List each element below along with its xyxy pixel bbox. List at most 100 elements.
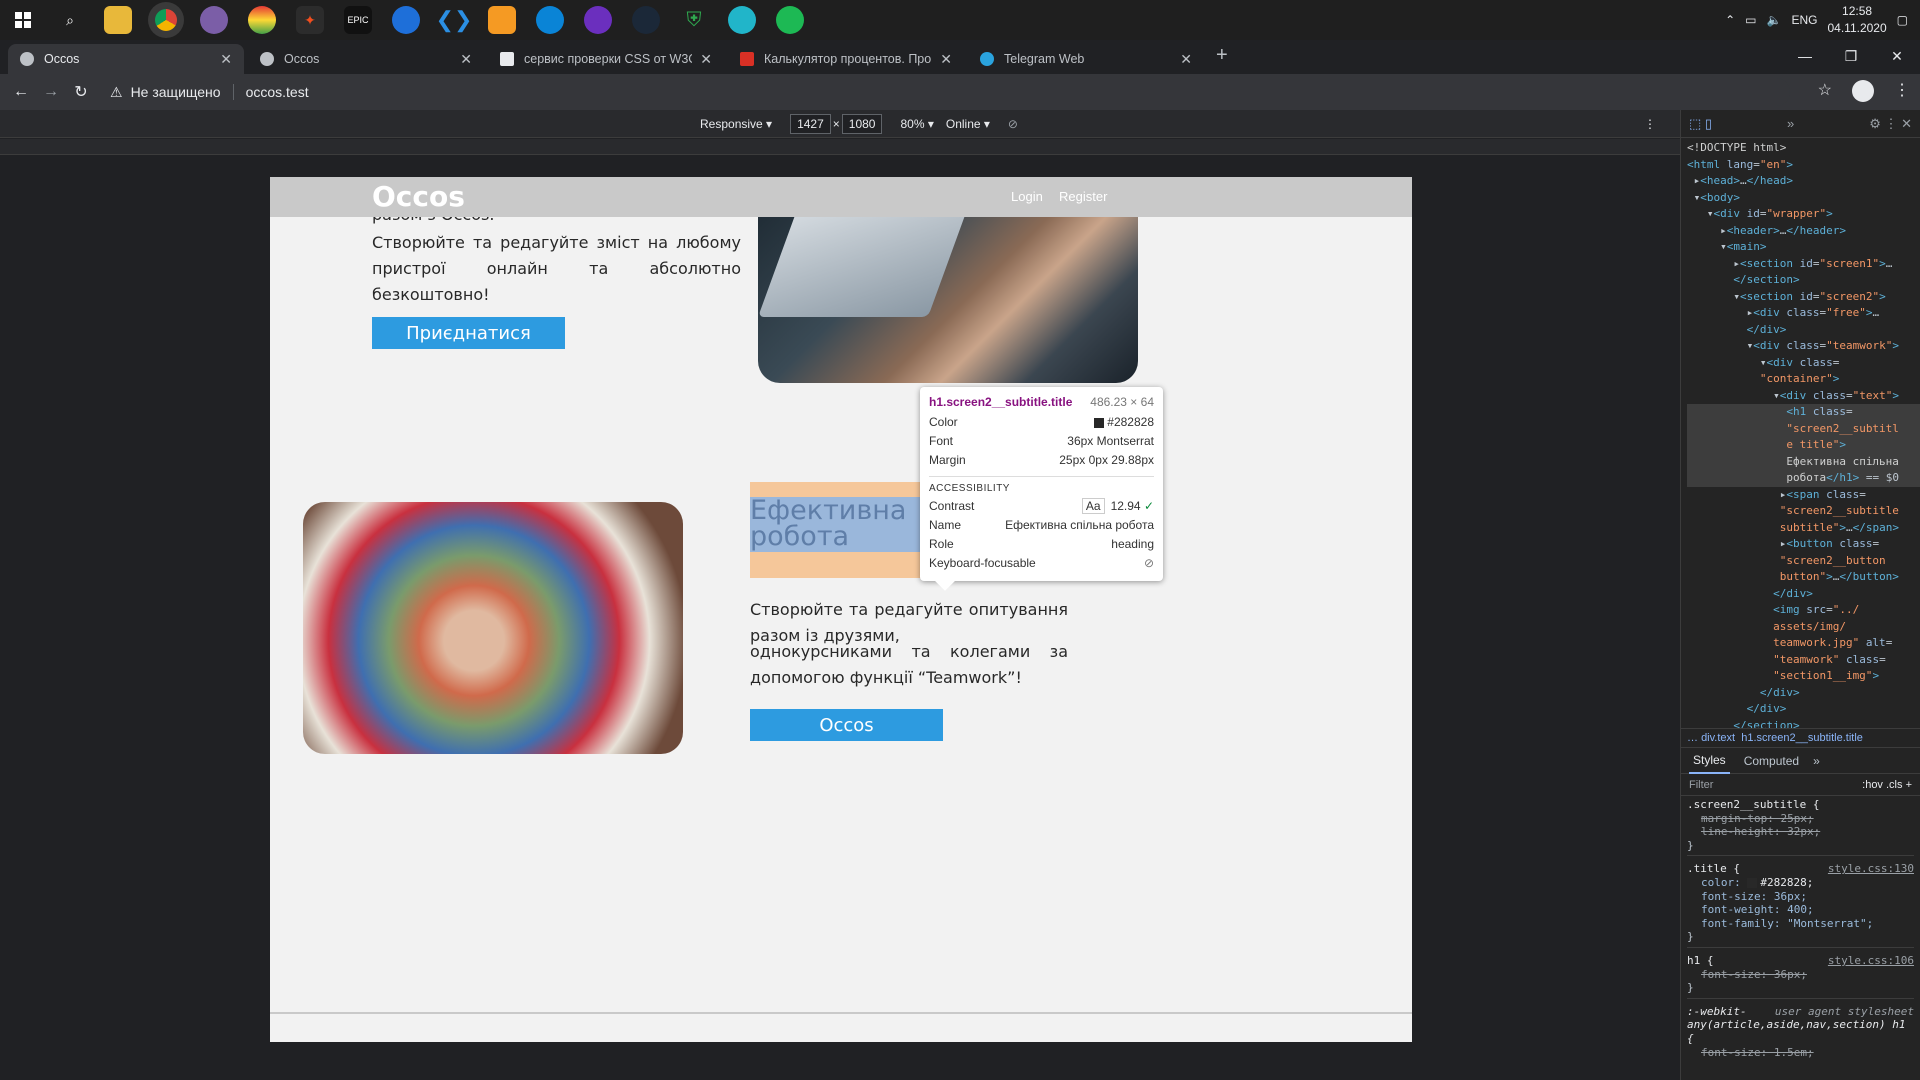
epic-games-icon[interactable]: EPIC xyxy=(344,6,372,34)
css-property[interactable]: font-size: 1.5em; xyxy=(1687,1046,1914,1060)
cls-toggle[interactable]: .cls xyxy=(1886,779,1903,791)
dom-node[interactable]: </div> xyxy=(1687,322,1920,339)
breadcrumb-item[interactable]: h1.screen2__subtitle.title xyxy=(1741,732,1863,744)
dom-node-selected[interactable]: робота</h1> == $0 xyxy=(1687,470,1920,487)
occos-button[interactable]: Occos xyxy=(750,709,943,741)
tab-occos-active[interactable]: Occos ✕ xyxy=(8,44,244,74)
dom-node[interactable]: ▾<div class="text"> xyxy=(1687,388,1920,405)
inspect-element-icon[interactable]: ⬚ ▯ xyxy=(1689,116,1712,132)
dom-node[interactable]: ▾<body> xyxy=(1687,190,1920,207)
dom-node[interactable]: </div> xyxy=(1687,586,1920,603)
notification-icon[interactable]: ▢ xyxy=(1897,13,1908,27)
dom-node[interactable]: "screen2__subtitle xyxy=(1687,503,1920,520)
app-teal-icon[interactable] xyxy=(728,6,756,34)
network-icon[interactable]: ▭ xyxy=(1745,13,1756,27)
dom-node-selected[interactable]: <h1 class= xyxy=(1687,404,1920,421)
dom-node[interactable]: "screen2__button xyxy=(1687,553,1920,570)
url-text[interactable]: occos.test xyxy=(246,84,309,100)
close-icon[interactable]: ✕ xyxy=(220,51,232,68)
dom-node[interactable]: </section> xyxy=(1687,718,1920,729)
dom-node[interactable]: teamwork.jpg" alt= xyxy=(1687,635,1920,652)
spotify-icon[interactable] xyxy=(776,6,804,34)
css-rule[interactable]: user agent stylesheet:-webkit-any(articl… xyxy=(1687,1005,1914,1062)
css-property-name[interactable]: color: xyxy=(1701,876,1741,889)
search-icon[interactable]: ⌕ xyxy=(56,6,84,34)
zoom-select[interactable]: 80% ▾ xyxy=(900,117,933,131)
reload-icon[interactable]: ↻ xyxy=(66,82,96,102)
restore-icon[interactable]: ❐ xyxy=(1828,40,1874,72)
dom-node[interactable]: ▾<div class="teamwork"> xyxy=(1687,338,1920,355)
close-icon[interactable]: ✕ xyxy=(460,51,472,68)
app-ring-icon[interactable] xyxy=(392,6,420,34)
dom-node[interactable]: subtitle">…</span> xyxy=(1687,520,1920,537)
file-explorer-icon[interactable] xyxy=(104,6,132,34)
volume-icon[interactable]: 🔈 xyxy=(1767,13,1782,27)
avatar[interactable] xyxy=(1852,80,1874,102)
tab-occos[interactable]: Occos ✕ xyxy=(248,44,484,74)
styles-filter-input[interactable]: Filter xyxy=(1689,779,1713,791)
dom-node-selected[interactable]: e title"> xyxy=(1687,437,1920,454)
device-mode-select[interactable]: Responsive ▾ xyxy=(700,117,772,131)
dom-node[interactable]: ▸<section id="screen1">… xyxy=(1687,256,1920,273)
star-icon[interactable]: ☆ xyxy=(1818,80,1832,102)
register-link[interactable]: Register xyxy=(1059,189,1107,204)
hov-toggle[interactable]: :hov xyxy=(1862,779,1883,791)
rule-source-link[interactable]: style.css:130 xyxy=(1828,862,1914,876)
dom-node[interactable]: assets/img/ xyxy=(1687,619,1920,636)
shield-icon[interactable]: ⛨ xyxy=(680,6,708,34)
tor-icon[interactable] xyxy=(584,6,612,34)
dom-node[interactable]: </div> xyxy=(1687,701,1920,718)
new-tab-button[interactable]: + xyxy=(1216,44,1228,67)
chevron-up-icon[interactable]: ⌃ xyxy=(1725,13,1735,27)
css-rule[interactable]: .screen2__subtitle { margin-top: 25px; l… xyxy=(1687,798,1914,857)
devtools-actions[interactable]: ⚙ ⋮ ✕ xyxy=(1869,116,1912,132)
sublime-icon[interactable] xyxy=(488,6,516,34)
css-property[interactable]: font-family: "Montserrat"; xyxy=(1687,917,1914,931)
close-window-icon[interactable]: ✕ xyxy=(1874,40,1920,72)
site-logo[interactable]: Occos xyxy=(372,180,465,213)
css-property[interactable]: font-weight: 400; xyxy=(1687,903,1914,917)
media-query-bar[interactable] xyxy=(0,139,1680,155)
css-property[interactable]: font-size: 36px; xyxy=(1687,890,1914,904)
css-rule[interactable]: h1 {style.css:106 font-size: 36px; } xyxy=(1687,954,1914,999)
tab-w3c[interactable]: сервис проверки CSS от W3C ✕ xyxy=(488,44,724,74)
more-options-icon[interactable]: ⋮ xyxy=(1644,117,1656,131)
steam-icon[interactable] xyxy=(632,6,660,34)
css-property[interactable]: line-height: 32px; xyxy=(1687,825,1914,839)
clock[interactable]: 12:58 04.11.2020 xyxy=(1827,3,1886,37)
figma-icon[interactable]: ✦ xyxy=(296,6,324,34)
tab-styles[interactable]: Styles xyxy=(1689,748,1730,774)
dom-node[interactable]: ▸<header>…</header> xyxy=(1687,223,1920,240)
breadcrumb-item[interactable]: div.text xyxy=(1701,732,1735,744)
close-icon[interactable]: ✕ xyxy=(940,51,952,68)
height-input[interactable]: 1080 xyxy=(841,113,883,134)
dom-node[interactable]: <html lang="en"> xyxy=(1687,157,1920,174)
warning-icon[interactable]: ⚠ xyxy=(110,84,123,101)
dom-tree[interactable]: <!DOCTYPE html> <html lang="en"> ▸<head>… xyxy=(1681,138,1920,728)
viber-icon[interactable] xyxy=(200,6,228,34)
more-tabs-icon[interactable]: » xyxy=(1787,116,1794,131)
css-property-value[interactable]: #282828; xyxy=(1760,876,1813,889)
dom-node[interactable]: <img src="../ xyxy=(1687,602,1920,619)
tab-calculator[interactable]: Калькулятор процентов. Проце ✕ xyxy=(728,44,964,74)
back-icon[interactable]: ← xyxy=(6,83,36,101)
dom-node[interactable]: "container"> xyxy=(1687,371,1920,388)
dom-node[interactable]: <!DOCTYPE html> xyxy=(1687,140,1920,157)
tab-computed[interactable]: Computed xyxy=(1744,754,1799,768)
chrome-icon[interactable] xyxy=(152,6,180,34)
address-bar[interactable]: ⚠ Не защищено occos.test xyxy=(110,78,1790,106)
dom-node[interactable]: ▾<div class= xyxy=(1687,355,1920,372)
forward-icon[interactable]: → xyxy=(36,83,66,101)
dom-node[interactable]: ▸<head>…</head> xyxy=(1687,173,1920,190)
login-link[interactable]: Login xyxy=(1011,189,1043,204)
minimize-icon[interactable]: — xyxy=(1782,40,1828,72)
menu-icon[interactable]: ⋮ xyxy=(1894,80,1910,102)
css-rule[interactable]: .title {style.css:130 color: #282828; fo… xyxy=(1687,862,1914,948)
vscode-icon[interactable]: ❮❯ xyxy=(436,6,473,34)
dom-node[interactable]: ▾<section id="screen2"> xyxy=(1687,289,1920,306)
dom-node[interactable]: ▸<button class= xyxy=(1687,536,1920,553)
security-label[interactable]: Не защищено xyxy=(131,84,221,100)
width-input[interactable]: 1427 xyxy=(790,113,831,134)
css-property[interactable]: font-size: 36px; xyxy=(1687,968,1914,982)
color-swatch[interactable] xyxy=(1747,877,1758,888)
